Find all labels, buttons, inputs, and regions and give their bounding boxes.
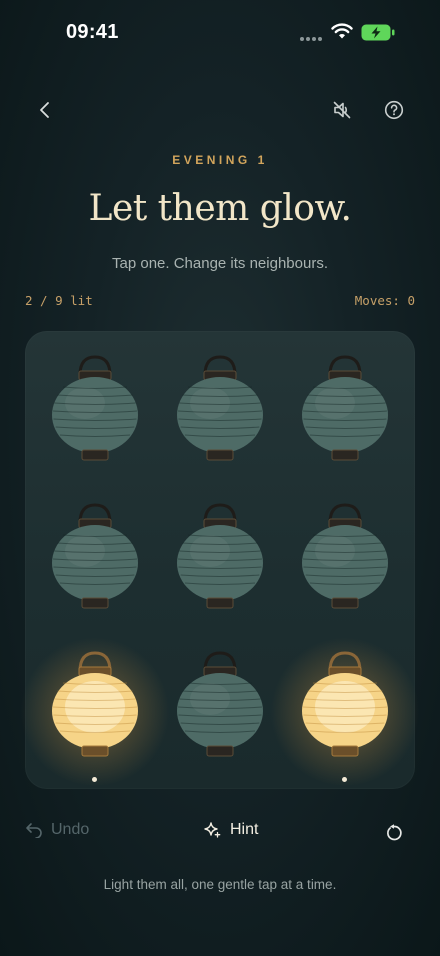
lantern-r2-c3[interactable] — [295, 499, 395, 629]
speaker-muted-icon — [333, 101, 351, 119]
reset-icon — [387, 824, 402, 841]
lantern-r2-c2[interactable] — [170, 499, 270, 629]
wifi-icon — [331, 23, 353, 39]
lantern-r1-c2[interactable] — [170, 351, 270, 481]
instructions-subtitle: Tap one. Change its neighbours. — [112, 255, 328, 272]
help-button[interactable] — [374, 90, 414, 130]
reset-button[interactable] — [380, 819, 408, 847]
lantern-r3-c1[interactable] — [20, 637, 170, 787]
lantern-r1-c1[interactable] — [45, 351, 145, 481]
lantern-r2-c1[interactable] — [45, 499, 145, 629]
undo-arrow-icon — [26, 823, 42, 838]
status-bar: 09:41 — [0, 0, 440, 60]
question-circle-icon — [384, 100, 404, 120]
hint-button[interactable]: Hint — [203, 821, 258, 839]
level-label: EVENING 1 — [172, 153, 268, 167]
page-title: Let them glow. — [88, 188, 352, 229]
lit-indicator-dot — [92, 777, 97, 782]
lantern-board — [20, 331, 420, 789]
lit-counter: 2 / 9 lit — [25, 293, 93, 308]
mute-button[interactable] — [322, 90, 362, 130]
moves-counter: Moves: 0 — [354, 293, 415, 308]
sparkle-icon — [204, 822, 221, 838]
lantern-r1-c3[interactable] — [295, 351, 395, 481]
back-button[interactable] — [25, 90, 65, 130]
battery-charging-icon — [361, 24, 395, 41]
footer-tip: Light them all, one gentle tap at a time… — [103, 877, 337, 892]
hint-label: Hint — [230, 821, 259, 838]
status-time: 09:41 — [66, 21, 119, 43]
undo-label: Undo — [51, 821, 90, 838]
undo-button[interactable]: Undo — [25, 821, 89, 839]
cellular-dots-icon — [300, 37, 324, 41]
top-bar — [0, 90, 440, 130]
lit-indicator-dot — [342, 777, 347, 782]
controls-bar: Undo Hint — [0, 815, 440, 855]
lantern-r3-c3[interactable] — [270, 637, 420, 787]
chevron-left-icon — [40, 102, 49, 118]
lantern-r3-c2[interactable] — [170, 647, 270, 777]
